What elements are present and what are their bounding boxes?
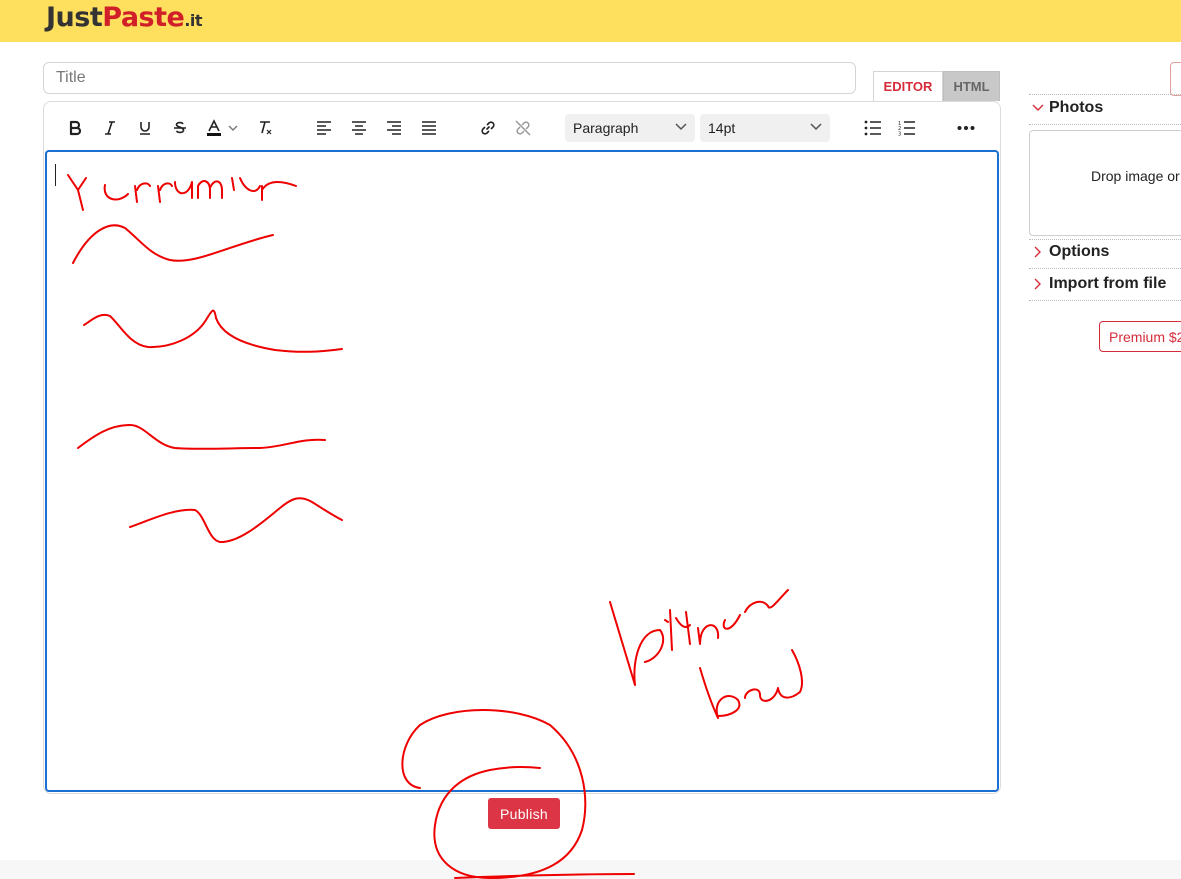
- chevron-down-icon: [228, 125, 238, 131]
- font-size-select[interactable]: 14pt: [700, 114, 830, 142]
- align-center-icon: [352, 121, 366, 135]
- editor-content-area[interactable]: [45, 150, 999, 792]
- bold-icon: [69, 120, 82, 136]
- underline-icon: [140, 122, 150, 135]
- divider: [1029, 268, 1181, 269]
- italic-icon: [105, 121, 115, 135]
- premium-button[interactable]: Premium $2: [1099, 321, 1181, 352]
- text-color-dropdown[interactable]: [225, 114, 241, 142]
- divider: [1029, 94, 1181, 95]
- image-dropzone[interactable]: Drop image or: [1029, 130, 1181, 236]
- footer-strip: [0, 860, 1181, 879]
- import-section-toggle[interactable]: Import from file: [1031, 275, 1166, 293]
- publish-button[interactable]: Publish: [488, 798, 560, 829]
- title-input[interactable]: [43, 62, 856, 94]
- editor-mode-tabs: EDITOR HTML: [873, 71, 1000, 101]
- bullet-list-button[interactable]: [859, 114, 887, 142]
- align-right-button[interactable]: [380, 114, 408, 142]
- unlink-icon: [515, 120, 531, 136]
- tab-html[interactable]: HTML: [943, 71, 1000, 101]
- align-left-icon: [317, 121, 331, 135]
- svg-text:3: 3: [898, 132, 901, 137]
- italic-button[interactable]: [96, 114, 124, 142]
- divider: [1029, 124, 1181, 125]
- header-bar: JustPaste.it: [0, 0, 1181, 42]
- unlink-button[interactable]: [509, 114, 537, 142]
- justify-button[interactable]: [415, 114, 443, 142]
- logo-tld: .it: [184, 11, 203, 30]
- text-color-button[interactable]: [200, 114, 228, 142]
- photos-label: Photos: [1049, 99, 1104, 116]
- more-button[interactable]: [952, 114, 980, 142]
- logo-paste: Paste: [102, 2, 185, 33]
- photos-section-toggle[interactable]: Photos: [1031, 99, 1103, 117]
- link-icon: [481, 121, 495, 135]
- site-logo[interactable]: JustPaste.it: [46, 2, 203, 33]
- dropzone-text: Drop image or: [1091, 168, 1180, 184]
- bullet-list-icon: [864, 120, 881, 136]
- tab-editor[interactable]: EDITOR: [873, 71, 943, 101]
- logo-just: Just: [46, 2, 103, 33]
- link-button[interactable]: [474, 114, 502, 142]
- block-format-select[interactable]: Paragraph: [565, 114, 695, 142]
- block-format-value: Paragraph: [573, 120, 639, 136]
- chevron-down-icon: [675, 123, 687, 131]
- text-color-icon: [207, 119, 221, 136]
- divider: [1029, 239, 1181, 240]
- divider: [1029, 300, 1181, 301]
- more-icon: [957, 126, 975, 130]
- chevron-right-icon: [1031, 245, 1045, 259]
- numbered-list-button[interactable]: 123: [893, 114, 921, 142]
- strikethrough-button[interactable]: [166, 114, 194, 142]
- underline-button[interactable]: [131, 114, 159, 142]
- sidebar-tab[interactable]: [1170, 62, 1181, 96]
- strikethrough-icon: [174, 121, 186, 134]
- chevron-down-icon: [1031, 101, 1045, 115]
- editor-toolbar: Paragraph 14pt 123: [44, 102, 1000, 152]
- numbered-list-icon: 123: [898, 121, 915, 137]
- import-label: Import from file: [1049, 275, 1167, 292]
- align-right-icon: [387, 121, 401, 135]
- font-size-value: 14pt: [708, 120, 736, 136]
- text-caret: [55, 164, 56, 186]
- clear-formatting-button[interactable]: [252, 114, 280, 142]
- justify-icon: [422, 121, 436, 135]
- options-label: Options: [1049, 243, 1110, 260]
- chevron-right-icon: [1031, 277, 1045, 291]
- bold-button[interactable]: [61, 114, 89, 142]
- clear-formatting-icon: [260, 121, 272, 135]
- options-section-toggle[interactable]: Options: [1031, 243, 1109, 261]
- align-center-button[interactable]: [345, 114, 373, 142]
- chevron-down-icon: [810, 123, 822, 131]
- align-left-button[interactable]: [310, 114, 338, 142]
